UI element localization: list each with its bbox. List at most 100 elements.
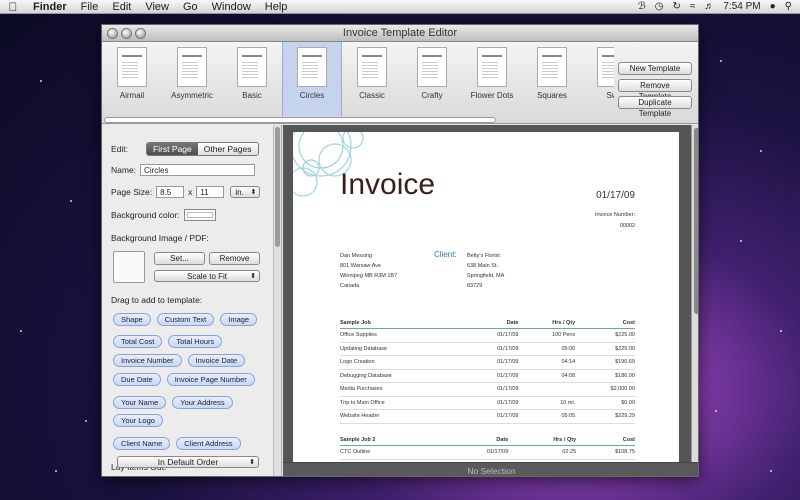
token-client-address[interactable]: Client Address xyxy=(176,437,241,450)
table-row: Office Supplies 01/17/09 100 Pens $225.00 xyxy=(340,328,635,343)
set-image-button[interactable]: Set... xyxy=(154,252,205,265)
cell-date: 01/17/09 xyxy=(466,396,519,410)
cell-item: Media Purchases xyxy=(340,382,467,397)
template-strip-scrollbar[interactable] xyxy=(104,117,496,123)
volume-icon[interactable]: ♬ xyxy=(704,1,714,12)
menu-help[interactable]: Help xyxy=(258,0,295,14)
sync-icon[interactable]: ↻ xyxy=(672,1,680,12)
token-your-logo[interactable]: Your Logo xyxy=(113,414,163,427)
template-list: Airmail Asymmetric Basic Circles Classic… xyxy=(102,42,614,116)
cell-qty: 10 mi. xyxy=(518,396,576,410)
remove-image-button[interactable]: Remove xyxy=(209,252,260,265)
invoice-number: 00002 xyxy=(619,223,635,229)
template-crafty[interactable]: Crafty xyxy=(402,42,462,116)
menu-edit[interactable]: Edit xyxy=(105,0,138,14)
menubar:  Finder File Edit View Go Window Help ℬ… xyxy=(0,0,800,14)
edit-row: Edit: First Page Other Pages xyxy=(111,142,259,156)
bg-color-well[interactable] xyxy=(183,209,216,221)
zoom-icon[interactable] xyxy=(135,28,146,39)
minimize-icon[interactable] xyxy=(121,28,132,39)
other-pages-tab[interactable]: Other Pages xyxy=(197,143,258,155)
close-icon[interactable] xyxy=(107,28,118,39)
menubar-extras: ℬ ◷ ↻ ≈ ♬ 7:54 PM ● ⚲ xyxy=(638,1,800,12)
job-title: Sample Job 2 xyxy=(340,435,445,446)
col-qty: Hrs / Qty xyxy=(518,318,576,329)
first-page-tab[interactable]: First Page xyxy=(147,143,198,155)
client-line: Springfield, MA xyxy=(467,273,505,279)
user-icon[interactable]: ● xyxy=(770,1,776,12)
window-titlebar[interactable]: Invoice Template Editor xyxy=(102,25,698,42)
menu-view[interactable]: View xyxy=(138,0,176,14)
invoice-page[interactable]: Invoice 01/17/09 Invoice Number: 00002 D… xyxy=(293,132,679,462)
token-image[interactable]: Image xyxy=(220,313,258,326)
table-row: CTC Outline 01/17/09 02:25 $108.75 xyxy=(340,445,635,460)
cell-date: 01/17/09 xyxy=(466,342,519,356)
sender-line: Dan Messing xyxy=(340,253,373,259)
table-row: Updating Database 01/17/09 05:00 $225.00 xyxy=(340,342,635,356)
bluetooth-icon[interactable]: ℬ xyxy=(638,1,646,12)
template-name: Crafty xyxy=(421,91,443,100)
page-width-field[interactable]: 8.5 xyxy=(156,186,185,198)
token-client-name[interactable]: Client Name xyxy=(113,437,171,450)
page-unit-popup[interactable]: in. xyxy=(230,186,261,198)
template-flower-dots[interactable]: Flower Dots xyxy=(462,42,522,116)
cell-qty: 05:00 xyxy=(518,342,576,356)
client-label: Client: xyxy=(434,250,457,259)
duplicate-template-button[interactable]: Duplicate Template xyxy=(618,96,692,118)
page-size-row: Page Size: 8.5 x 11 in. xyxy=(111,186,261,198)
template-name: Squares xyxy=(537,91,567,100)
template-sw[interactable]: Sw xyxy=(582,42,614,116)
template-name-field[interactable]: Circles xyxy=(140,164,256,176)
window-title: Invoice Template Editor xyxy=(342,27,458,39)
time-machine-icon[interactable]: ◷ xyxy=(655,1,664,12)
wifi-icon[interactable]: ≈ xyxy=(690,1,696,12)
menu-go[interactable]: Go xyxy=(176,0,205,14)
client-line: Betty's Florist xyxy=(467,253,500,259)
template-asymmetric[interactable]: Asymmetric xyxy=(162,42,222,116)
page-height-field[interactable]: 11 xyxy=(196,186,225,198)
edit-page-segmented: First Page Other Pages xyxy=(146,142,259,156)
template-classic[interactable]: Classic xyxy=(342,42,402,116)
token-invoice-page-number[interactable]: Invoice Page Number xyxy=(166,373,255,386)
token-invoice-date[interactable]: Invoice Date xyxy=(187,354,246,367)
menu-window[interactable]: Window xyxy=(205,0,258,14)
menu-app-name[interactable]: Finder xyxy=(26,0,74,14)
token-custom-text[interactable]: Custom Text xyxy=(156,313,215,326)
menu-file[interactable]: File xyxy=(74,0,106,14)
template-circles[interactable]: Circles xyxy=(282,42,342,116)
template-squares[interactable]: Squares xyxy=(522,42,582,116)
layout-order-popup[interactable]: In Default Order xyxy=(117,456,259,468)
col-qty: Hrs / Qty xyxy=(508,435,577,446)
table-header-row: Sample Job 2 Date Hrs / Qty Cost xyxy=(340,435,635,446)
table-header-row: Sample Job Date Hrs / Qty Cost xyxy=(340,318,635,329)
cell-cost: $225.00 xyxy=(575,342,635,356)
template-thumbnail xyxy=(597,47,614,87)
template-airmail[interactable]: Airmail xyxy=(102,42,162,116)
template-basic[interactable]: Basic xyxy=(222,42,282,116)
cell-qty: 100 Pens xyxy=(518,328,576,343)
client-line: 638 Main St. xyxy=(467,263,498,269)
client-address: Betty's Florist 638 Main St. Springfield… xyxy=(467,251,504,291)
template-name: Classic xyxy=(359,91,385,100)
token-total-cost[interactable]: Total Cost xyxy=(113,335,163,348)
remove-template-button[interactable]: Remove Template xyxy=(618,79,692,101)
cell-date: 01/17/09 xyxy=(444,445,509,460)
clock[interactable]: 7:54 PM xyxy=(723,1,760,12)
token-total-hours[interactable]: Total Hours xyxy=(168,335,223,348)
scale-mode-popup[interactable]: Scale to Fit xyxy=(154,270,260,282)
inspector-scrollbar[interactable] xyxy=(273,125,281,476)
template-thumbnail xyxy=(297,47,327,87)
token-your-name[interactable]: Your Name xyxy=(113,396,167,409)
token-invoice-number[interactable]: Invoice Number xyxy=(113,354,182,367)
token-shape[interactable]: Shape xyxy=(113,313,151,326)
token-your-address[interactable]: Your Address xyxy=(172,396,233,409)
token-due-date[interactable]: Due Date xyxy=(113,373,161,386)
apple-menu-icon[interactable]:  xyxy=(0,0,26,14)
new-template-button[interactable]: New Template xyxy=(618,62,692,75)
spotlight-icon[interactable]: ⚲ xyxy=(785,1,792,12)
preview-scrollbar[interactable] xyxy=(691,125,698,462)
col-cost: Cost xyxy=(576,435,635,446)
bg-image-well[interactable] xyxy=(113,251,145,283)
bg-color-row: Background color: xyxy=(111,209,216,221)
sender-line: Canada xyxy=(340,283,360,289)
